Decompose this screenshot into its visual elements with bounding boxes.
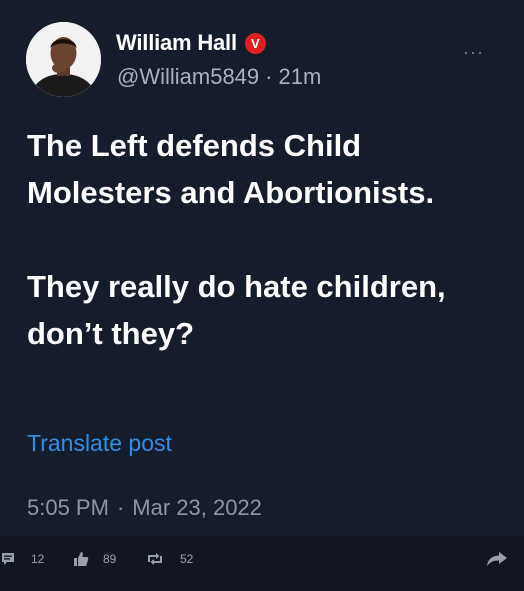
post-timestamp: 5:05 PM · Mar 23, 2022 <box>27 495 262 521</box>
avatar-image <box>26 22 101 97</box>
translate-post-link[interactable]: Translate post <box>27 430 172 457</box>
post-time: 5:05 PM <box>27 495 109 520</box>
avatar[interactable] <box>26 22 101 97</box>
action-bar: 12 89 52 <box>0 546 524 574</box>
thumbs-up-icon <box>74 552 89 566</box>
post-paragraph: They really do hate children, don’t they… <box>27 269 446 351</box>
comment-count: 12 <box>31 552 45 566</box>
separator-dot: · <box>116 495 125 520</box>
like-button[interactable]: 89 <box>73 551 116 567</box>
author-name-row: William Hall V <box>116 30 266 56</box>
post-date: Mar 23, 2022 <box>132 495 262 520</box>
repost-icon <box>148 553 162 565</box>
like-count: 89 <box>103 552 117 566</box>
share-button[interactable] <box>487 552 507 566</box>
author-name[interactable]: William Hall <box>116 30 237 56</box>
share-icon <box>487 552 507 566</box>
repost-button[interactable]: 52 <box>146 551 193 567</box>
comment-icon <box>2 553 14 565</box>
post-age[interactable]: 21m <box>278 64 321 90</box>
comment-button[interactable]: 12 <box>1 552 44 566</box>
author-handle-row: @William5849 · 21m <box>117 64 321 90</box>
post-card: William Hall V @William5849 · 21m ··· Th… <box>0 0 524 536</box>
post-text: The Left defends Child Molesters and Abo… <box>27 122 497 357</box>
more-options-icon[interactable]: ··· <box>463 42 484 63</box>
author-handle[interactable]: @William5849 <box>117 64 259 90</box>
post-paragraph: The Left defends Child Molesters and Abo… <box>27 128 435 210</box>
verified-badge-icon: V <box>244 32 266 54</box>
separator-dot: · <box>265 64 273 89</box>
repost-count: 52 <box>180 552 194 566</box>
